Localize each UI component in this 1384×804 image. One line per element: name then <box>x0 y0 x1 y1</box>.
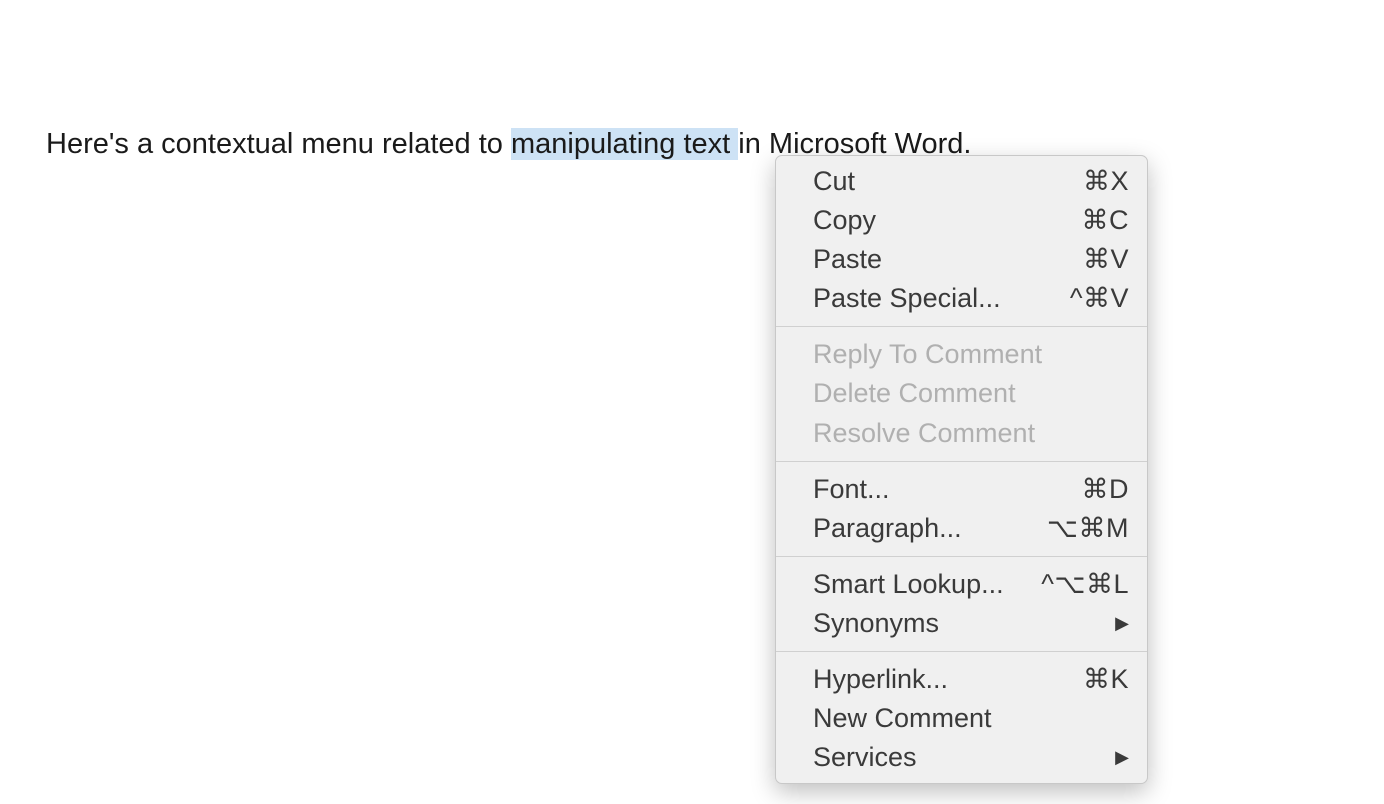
menu-separator <box>776 556 1147 557</box>
submenu-arrow-icon: ▶ <box>1115 612 1129 635</box>
selected-text[interactable]: manipulating text <box>511 128 738 160</box>
menu-item-shortcut: ⌥⌘M <box>1047 511 1129 546</box>
menu-item-new-comment[interactable]: New Comment <box>776 699 1147 738</box>
submenu-arrow-icon: ▶ <box>1115 746 1129 769</box>
menu-item-hyperlink[interactable]: Hyperlink...⌘K <box>776 660 1147 699</box>
menu-item-font[interactable]: Font...⌘D <box>776 470 1147 509</box>
menu-item-label: Paragraph... <box>813 511 1047 546</box>
menu-item-resolve-comment: Resolve Comment <box>776 414 1147 453</box>
menu-item-label: Reply To Comment <box>813 337 1129 372</box>
menu-item-paragraph[interactable]: Paragraph...⌥⌘M <box>776 509 1147 548</box>
menu-item-paste-special[interactable]: Paste Special...^⌘V <box>776 279 1147 318</box>
menu-item-copy[interactable]: Copy⌘C <box>776 201 1147 240</box>
menu-item-services[interactable]: Services▶ <box>776 738 1147 777</box>
text-before-selection: Here's a contextual menu related to <box>46 128 511 160</box>
menu-item-label: Copy <box>813 203 1082 238</box>
menu-item-reply-to-comment: Reply To Comment <box>776 335 1147 374</box>
menu-item-label: Font... <box>813 472 1082 507</box>
menu-item-shortcut: ⌘K <box>1083 662 1129 697</box>
menu-item-label: Synonyms <box>813 606 1111 641</box>
menu-item-shortcut: ⌘X <box>1083 164 1129 199</box>
menu-separator <box>776 326 1147 327</box>
menu-item-label: Paste <box>813 242 1083 277</box>
menu-separator <box>776 651 1147 652</box>
context-menu[interactable]: Cut⌘XCopy⌘CPaste⌘VPaste Special...^⌘VRep… <box>775 155 1148 784</box>
menu-item-label: Cut <box>813 164 1083 199</box>
menu-item-label: Paste Special... <box>813 281 1070 316</box>
menu-item-shortcut: ^⌥⌘L <box>1041 567 1129 602</box>
menu-item-delete-comment: Delete Comment <box>776 374 1147 413</box>
menu-item-shortcut: ^⌘V <box>1070 281 1129 316</box>
menu-separator <box>776 461 1147 462</box>
menu-item-label: Hyperlink... <box>813 662 1083 697</box>
menu-item-label: Delete Comment <box>813 376 1129 411</box>
menu-item-label: Resolve Comment <box>813 416 1129 451</box>
menu-item-smart-lookup[interactable]: Smart Lookup...^⌥⌘L <box>776 565 1147 604</box>
menu-item-shortcut: ⌘C <box>1082 203 1130 238</box>
menu-item-label: Services <box>813 740 1111 775</box>
menu-item-label: Smart Lookup... <box>813 567 1041 602</box>
menu-item-cut[interactable]: Cut⌘X <box>776 162 1147 201</box>
menu-item-shortcut: ⌘V <box>1083 242 1129 277</box>
menu-item-synonyms[interactable]: Synonyms▶ <box>776 604 1147 643</box>
menu-item-paste[interactable]: Paste⌘V <box>776 240 1147 279</box>
menu-item-label: New Comment <box>813 701 1129 736</box>
menu-item-shortcut: ⌘D <box>1082 472 1130 507</box>
